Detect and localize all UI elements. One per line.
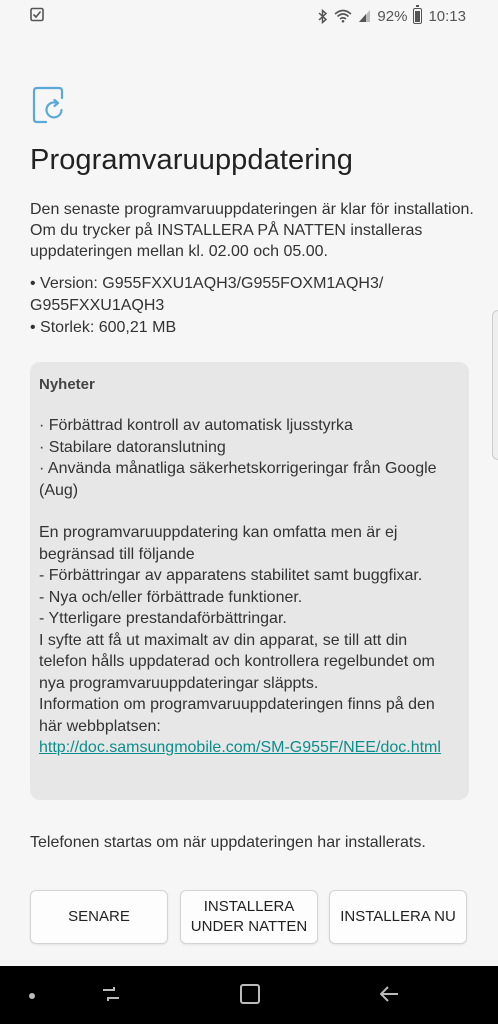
list-item: · Använda månatliga säkerhetskorrigering… (39, 460, 437, 499)
status-left (30, 7, 44, 26)
update-details: • Version: G955FXXU1AQH3/G955FOXM1AQH3/ … (30, 273, 480, 339)
install-now-button[interactable]: INSTALLERA NU (329, 890, 467, 944)
wifi-icon (334, 9, 352, 23)
software-update-icon (32, 86, 66, 129)
restart-note: Telefonen startas om när uppdateringen h… (30, 834, 426, 851)
release-notes-body: En programvaruuppdatering kan omfatta me… (39, 524, 435, 735)
bluetooth-icon (318, 8, 328, 24)
install-overnight-button[interactable]: INSTALLERA UNDER NATTEN (180, 890, 318, 944)
release-notes-link[interactable]: http://doc.samsungmobile.com/SM-G955F/NE… (39, 737, 459, 759)
release-notes-title: Nyheter (39, 376, 95, 393)
page-title: Programvaruuppdatering (30, 144, 353, 176)
home-icon[interactable] (239, 983, 261, 1010)
signal-icon (358, 9, 371, 23)
later-button[interactable]: SENARE (30, 890, 168, 944)
status-right: 92% 10:13 (318, 5, 466, 25)
nav-dot-icon[interactable] (29, 993, 35, 999)
recent-apps-icon[interactable] (100, 983, 122, 1010)
size-line: • Storlek: 600,21 MB (30, 319, 177, 336)
scroll-indicator (492, 310, 498, 460)
battery-percent: 92% (377, 7, 408, 25)
clock: 10:13 (428, 7, 466, 25)
back-icon[interactable] (378, 983, 400, 1010)
status-bar: 92% 10:13 (0, 0, 498, 32)
version-line: • Version: G955FXXU1AQH3/G955FOXM1AQH3/ … (30, 275, 384, 314)
navigation-bar (0, 966, 498, 1024)
list-item: · Förbättrad kontroll av automatisk ljus… (39, 417, 353, 434)
release-notes-card[interactable]: Nyheter · Förbättrad kontroll av automat… (30, 362, 469, 800)
update-intro-text: Den senaste programvaruuppdateringen är … (30, 201, 474, 260)
checklist-icon (30, 7, 44, 26)
battery-icon (413, 5, 423, 24)
release-notes-list: · Förbättrad kontroll av automatisk ljus… (39, 415, 459, 501)
list-item: · Stabilare datoranslutning (39, 438, 226, 456)
